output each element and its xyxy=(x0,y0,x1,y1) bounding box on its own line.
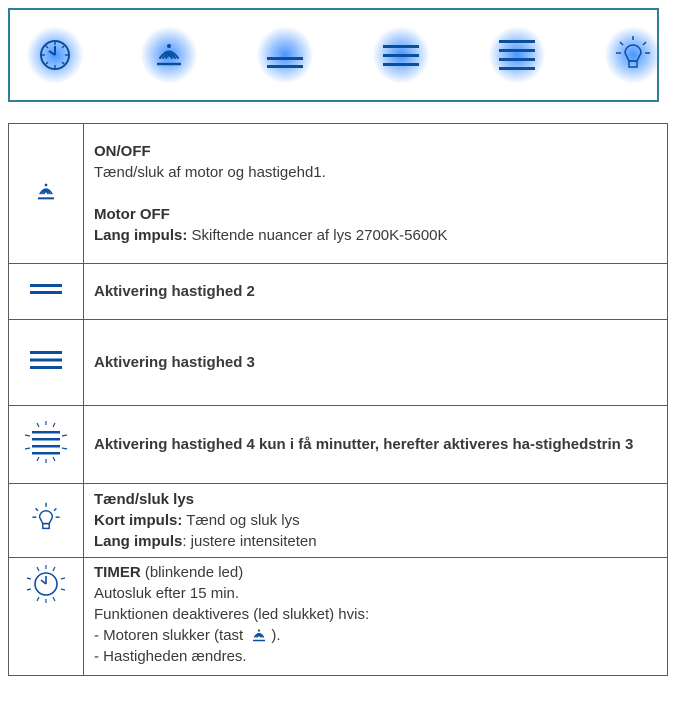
speed-4-text: Aktivering hastighed 4 kun i få minutter… xyxy=(83,405,668,484)
function-table: ON/OFF Tænd/sluk af motor og hastigehd1.… xyxy=(8,123,668,676)
light-bulb-icon xyxy=(32,502,60,530)
timer-title: TIMER xyxy=(94,564,141,581)
speed-3-button[interactable] xyxy=(366,10,436,100)
short-impulse-text: Tænd og sluk lys xyxy=(182,512,300,529)
timer-line1: Autosluk efter 15 min. xyxy=(94,585,240,602)
long-impulse-text: Skiftende nuancer af lys 2700K-5600K xyxy=(187,227,448,244)
table-row: ON/OFF Tænd/sluk af motor og hastigehd1.… xyxy=(8,123,668,264)
speed-3-icon xyxy=(30,351,62,369)
table-row: Aktivering hastighed 3 xyxy=(8,319,668,406)
table-row: Aktivering hastighed 2 xyxy=(8,263,668,320)
long-impulse-text: : justere intensiteten xyxy=(182,533,317,550)
control-panel xyxy=(8,8,662,102)
fan-power-icon xyxy=(157,44,181,66)
speed-4-icon xyxy=(499,40,535,70)
long-impulse-label: Lang impuls: xyxy=(94,227,188,244)
table-row: TIMER (blinkende led) Autosluk efter 15 … xyxy=(8,557,668,676)
onoff-title: ON/OFF xyxy=(94,143,151,160)
timer-line4: - Hastigheden ændres. xyxy=(94,648,247,665)
timer-line2: Funktionen deaktiveres (led slukket) hvi… xyxy=(94,606,370,623)
table-row: Aktivering hastighed 4 kun i få minutter… xyxy=(8,405,668,484)
speed-4-icon xyxy=(24,421,68,463)
timer-icon xyxy=(40,40,70,70)
light-bulb-icon xyxy=(616,36,650,68)
long-impulse-label: Lang impuls xyxy=(94,533,183,550)
speed-2-button[interactable] xyxy=(250,10,320,100)
timer-line3-pre: - Motoren slukker (tast xyxy=(94,627,248,644)
light-title: Tænd/sluk lys xyxy=(94,491,195,508)
speed-4-button[interactable] xyxy=(482,10,552,100)
fan-power-icon xyxy=(253,629,266,642)
timer-title-suffix: (blinkende led) xyxy=(140,564,244,581)
speed-3-text: Aktivering hastighed 3 xyxy=(83,319,668,406)
power-button[interactable] xyxy=(134,10,204,100)
timer-line3-post: ). xyxy=(271,627,281,644)
motor-off-label: Motor OFF xyxy=(94,206,170,223)
speed-2-icon xyxy=(30,284,62,294)
speed-2-text: Aktivering hastighed 2 xyxy=(83,263,668,320)
fan-power-icon xyxy=(38,183,54,200)
table-row: Tænd/sluk lys Kort impuls: Tænd og sluk … xyxy=(8,483,668,558)
onoff-desc: Tænd/sluk af motor og hastigehd1. xyxy=(94,164,326,181)
light-button[interactable] xyxy=(598,10,668,100)
speed-3-icon xyxy=(383,45,419,66)
short-impulse-label: Kort impuls: xyxy=(94,512,183,529)
timer-icon xyxy=(26,565,66,603)
speed-2-icon xyxy=(267,57,303,68)
timer-button[interactable] xyxy=(20,10,90,100)
